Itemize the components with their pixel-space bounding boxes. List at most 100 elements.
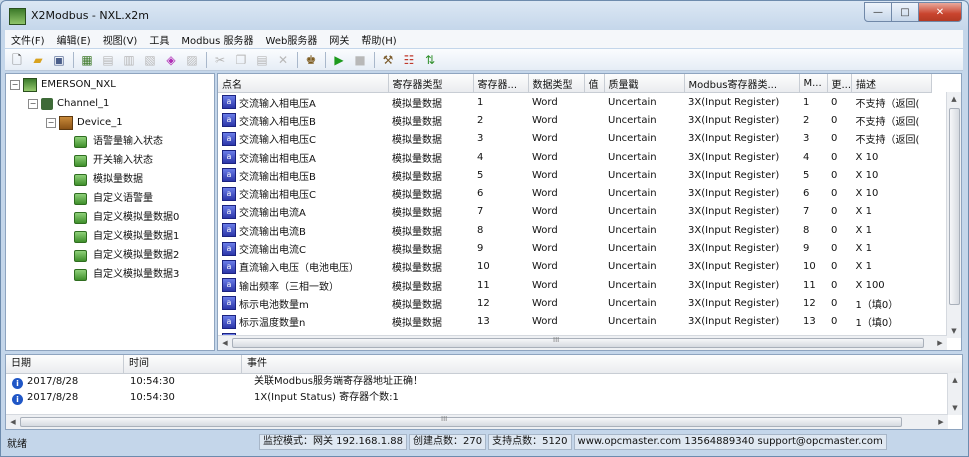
- collapse-icon[interactable]: −: [10, 80, 20, 90]
- cell-quality: Uncertain: [608, 279, 657, 291]
- col-header-description[interactable]: 描述: [851, 74, 933, 93]
- tree-group-item[interactable]: 自定义模拟量数据0: [74, 209, 179, 227]
- col-header-name[interactable]: 点名: [218, 74, 389, 93]
- menu-view[interactable]: 视图(V): [97, 32, 144, 47]
- scroll-thumb[interactable]: III: [232, 336, 924, 348]
- scroll-thumb[interactable]: [949, 108, 960, 305]
- table-row[interactable]: a 交流输出相电压B 模拟量数据 5 Word Uncertain 3X(Input Reg…: [218, 166, 932, 184]
- scroll-down-icon[interactable]: ▼: [947, 324, 961, 338]
- log-col-time[interactable]: 时间: [124, 355, 242, 373]
- open-folder-icon[interactable]: ▰: [30, 52, 46, 68]
- tree-group-item[interactable]: 自定义语警量: [74, 190, 153, 208]
- table-row[interactable]: a 输出频率（三相一致） 模拟量数据 11 Word Uncertain 3X(Input …: [218, 276, 932, 294]
- maximize-button[interactable]: □: [891, 2, 919, 22]
- collapse-icon[interactable]: −: [28, 99, 38, 109]
- transfer-icon[interactable]: ⇅: [422, 52, 438, 68]
- cell-modbus-type: 3X(Input Register): [688, 114, 780, 126]
- tree-group-item[interactable]: 模拟量数据: [74, 171, 143, 189]
- multi-tag-icon[interactable]: ◈: [163, 52, 179, 68]
- log-event: 关联Modbus服务端寄存器地址正确！: [254, 376, 423, 387]
- scroll-thumb[interactable]: III: [20, 415, 902, 427]
- table-row[interactable]: a 交流输出电流B 模拟量数据 8 Word Uncertain 3X(Input Regi…: [218, 221, 932, 239]
- tree-group-item[interactable]: 自定义模拟量数据1: [74, 228, 179, 246]
- cell-update: 0: [831, 151, 838, 163]
- copy-icon[interactable]: ❐: [233, 52, 249, 68]
- scroll-up-icon[interactable]: ▲: [947, 92, 961, 106]
- paste-icon[interactable]: ▤: [254, 52, 270, 68]
- title-bar[interactable]: X2Modbus - NXL.x2m — □ ✕: [1, 1, 968, 31]
- cell-update: 0: [831, 316, 838, 328]
- cell-name: a 交流输出电流B: [218, 221, 388, 239]
- monitor-icon[interactable]: ♚: [303, 52, 319, 68]
- menu-help[interactable]: 帮助(H): [355, 32, 402, 47]
- tree-group-item[interactable]: 语警量输入状态: [74, 133, 163, 151]
- scroll-left-icon[interactable]: ◀: [218, 336, 232, 350]
- cell-value: [584, 148, 604, 166]
- table-row[interactable]: a 直流输入电压（电池电压） 模拟量数据 10 Word Uncertain 3X(Inpu…: [218, 258, 932, 276]
- scroll-left-icon[interactable]: ◀: [6, 415, 20, 429]
- col-header-value[interactable]: 值: [584, 74, 605, 93]
- menu-web-server[interactable]: Web服务器: [260, 32, 324, 47]
- tree-group-label: 自定义模拟量数据3: [93, 269, 180, 280]
- tools-icon[interactable]: ⚒: [380, 52, 396, 68]
- table-row[interactable]: a 交流输出相电压A 模拟量数据 4 Word Uncertain 3X(Input Reg…: [218, 148, 932, 166]
- table-row[interactable]: a 标示电池数量m 模拟量数据 12 Word Uncertain 3X(Input Reg…: [218, 294, 932, 312]
- tree-group-item[interactable]: 自定义模拟量数据3: [74, 266, 179, 284]
- minimize-button[interactable]: —: [864, 2, 892, 22]
- col-header-register-type[interactable]: 寄存器类型: [388, 74, 474, 93]
- log-col-event[interactable]: 事件: [242, 355, 947, 373]
- new-file-icon[interactable]: 🗋: [9, 52, 25, 68]
- scroll-right-icon[interactable]: ▶: [934, 415, 948, 429]
- settings-icon[interactable]: ☷: [401, 52, 417, 68]
- col-header-update[interactable]: 更...: [827, 74, 853, 93]
- table-row[interactable]: a 交流输出电流A 模拟量数据 7 Word Uncertain 3X(Input Regi…: [218, 203, 932, 221]
- table-horizontal-scrollbar[interactable]: ◀ III ▶: [218, 335, 947, 350]
- col-header-quality[interactable]: 质量戳: [604, 74, 685, 93]
- log-col-date[interactable]: 日期: [6, 355, 124, 373]
- cut-icon[interactable]: ✂: [212, 52, 228, 68]
- table-vertical-scrollbar[interactable]: ▲ ▼: [946, 92, 961, 338]
- tree-channel[interactable]: − Channel_1: [28, 95, 109, 113]
- tree-device-label: Device_1: [77, 117, 123, 128]
- tree-group-item[interactable]: 开关输入状态: [74, 152, 153, 170]
- menu-file[interactable]: 文件(F): [5, 32, 51, 47]
- log-row[interactable]: i 2017/8/28 10:54:30 1X(Input Status) 寄存器…: [6, 390, 962, 406]
- menu-tools[interactable]: 工具: [143, 32, 175, 47]
- table-row[interactable]: a 交流输入相电压C 模拟量数据 3 Word Uncertain 3X(Input Reg…: [218, 130, 932, 148]
- run-icon[interactable]: ▶: [331, 52, 347, 68]
- menu-gateway[interactable]: 网关: [323, 32, 355, 47]
- col-header-modbus-type[interactable]: Modbus寄存器类...: [684, 74, 800, 93]
- save-icon[interactable]: ▣: [51, 52, 67, 68]
- info-icon: i: [12, 394, 23, 405]
- tag-group-icon: [74, 174, 87, 186]
- log-vertical-scrollbar[interactable]: ▲ ▼: [947, 373, 962, 415]
- tree-device[interactable]: − Device_1: [46, 114, 123, 132]
- tree-group-item[interactable]: 自定义模拟量数据2: [74, 247, 179, 265]
- add-channel-icon[interactable]: ▦: [79, 52, 95, 68]
- table-row[interactable]: a 交流输出电流C 模拟量数据 9 Word Uncertain 3X(Input Regi…: [218, 239, 932, 257]
- add-device-icon[interactable]: ▤: [100, 52, 116, 68]
- close-button[interactable]: ✕: [918, 2, 962, 22]
- app-window: X2Modbus - NXL.x2m — □ ✕ 文件(F) 编辑(E) 视图(…: [0, 0, 969, 457]
- collapse-icon[interactable]: −: [46, 118, 56, 128]
- scroll-right-icon[interactable]: ▶: [933, 336, 947, 350]
- col-header-data-type[interactable]: 数据类型: [528, 74, 585, 93]
- table-row[interactable]: a 交流输入相电压B 模拟量数据 2 Word Uncertain 3X(Input Reg…: [218, 111, 932, 129]
- import-icon[interactable]: ▨: [184, 52, 200, 68]
- menu-modbus-server[interactable]: Modbus 服务器: [175, 32, 259, 47]
- menu-edit[interactable]: 编辑(E): [51, 32, 97, 47]
- stop-icon[interactable]: ■: [352, 52, 368, 68]
- scroll-up-icon[interactable]: ▲: [948, 373, 962, 387]
- add-group-icon[interactable]: ▥: [121, 52, 137, 68]
- delete-icon[interactable]: ✕: [275, 52, 291, 68]
- table-row[interactable]: a 标示温度数量n 模拟量数据 13 Word Uncertain 3X(Input Reg…: [218, 313, 932, 331]
- table-row[interactable]: a 交流输出相电压C 模拟量数据 6 Word Uncertain 3X(Input Reg…: [218, 184, 932, 202]
- scroll-down-icon[interactable]: ▼: [948, 401, 962, 415]
- tree-root[interactable]: − EMERSON_NXL: [10, 76, 116, 94]
- col-header-register[interactable]: 寄存器...: [473, 74, 529, 93]
- log-horizontal-scrollbar[interactable]: ◀ III ▶: [6, 414, 948, 429]
- add-tag-icon[interactable]: ▧: [142, 52, 158, 68]
- log-row[interactable]: i 2017/8/28 10:54:30 关联Modbus服务端寄存器地址正确！: [6, 374, 962, 390]
- col-header-m[interactable]: M...: [799, 74, 828, 93]
- table-row[interactable]: a 交流输入相电压A 模拟量数据 1 Word Uncertain 3X(Input Reg…: [218, 93, 932, 112]
